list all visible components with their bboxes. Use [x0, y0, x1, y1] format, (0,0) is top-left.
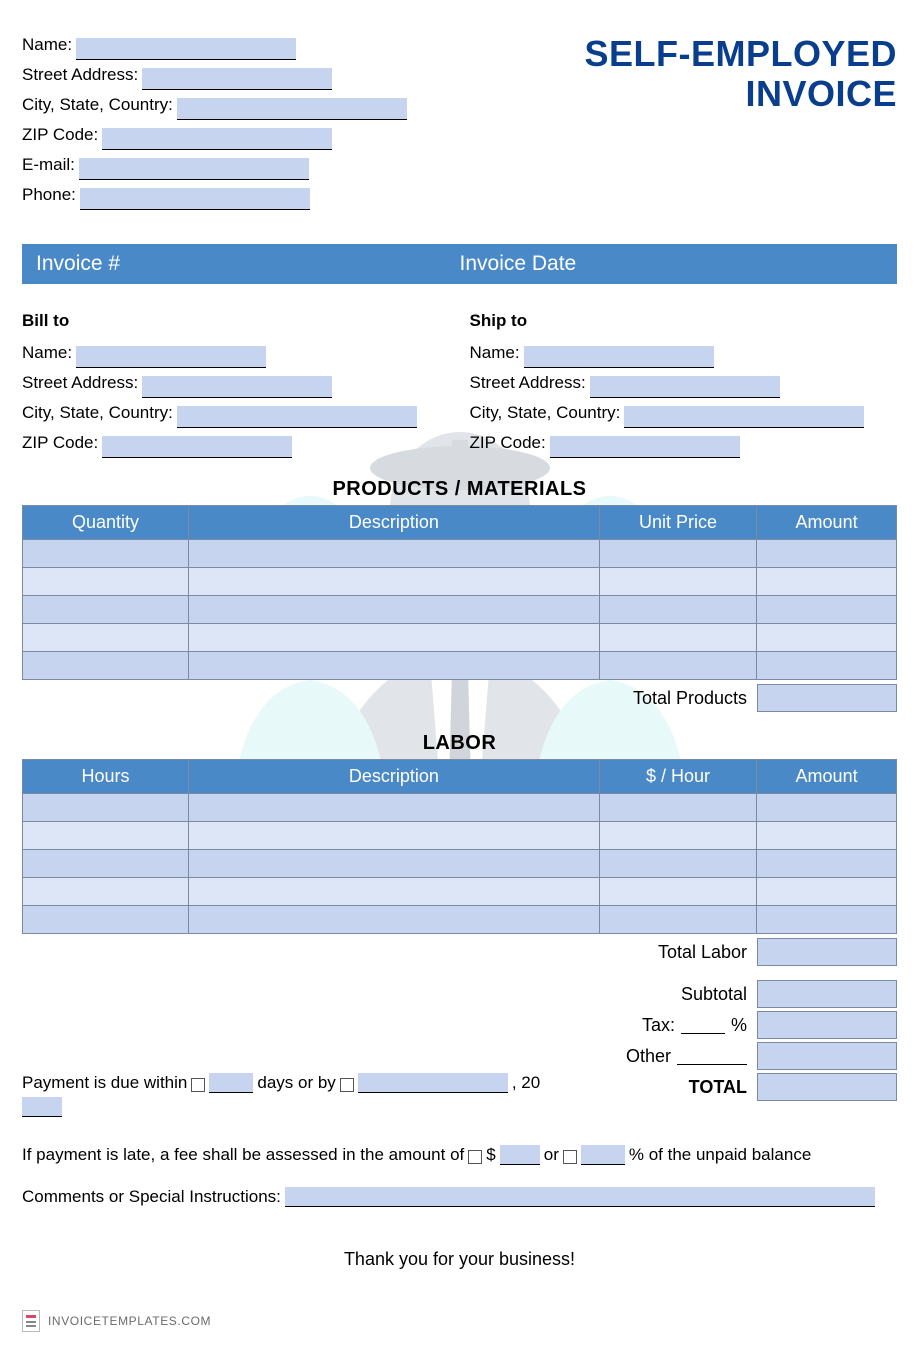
- from-zip-field[interactable]: [102, 128, 332, 150]
- from-email-field[interactable]: [79, 158, 309, 180]
- bill-name-field[interactable]: [76, 346, 266, 368]
- invoice-number-label: Invoice #: [36, 252, 460, 276]
- other-amount-field[interactable]: [757, 1042, 897, 1070]
- ship-to-heading: Ship to: [470, 306, 898, 336]
- ship-zip-field[interactable]: [550, 436, 740, 458]
- products-th-qty: Quantity: [23, 506, 189, 540]
- bill-zip-field[interactable]: [102, 436, 292, 458]
- title-line1: SELF-EMPLOYED: [584, 34, 897, 74]
- products-th-amt: Amount: [757, 506, 897, 540]
- table-row: [23, 794, 897, 822]
- title-line2: INVOICE: [584, 74, 897, 114]
- footer: INVOICETEMPLATES.COM: [22, 1310, 897, 1332]
- products-th-desc: Description: [189, 506, 600, 540]
- ship-street-label: Street Address:: [470, 368, 586, 398]
- labor-th-amt: Amount: [757, 760, 897, 794]
- tax-amount-field[interactable]: [757, 1011, 897, 1039]
- footer-brand: INVOICETEMPLATES.COM: [48, 1314, 211, 1328]
- total-labor-field[interactable]: [757, 938, 897, 966]
- from-city-label: City, State, Country:: [22, 90, 173, 120]
- total-field[interactable]: [757, 1073, 897, 1101]
- tax-percent-field[interactable]: [681, 1016, 725, 1034]
- document-icon: [22, 1310, 40, 1332]
- total-products-label: Total Products: [633, 688, 757, 709]
- ship-city-label: City, State, Country:: [470, 398, 621, 428]
- ship-street-field[interactable]: [590, 376, 780, 398]
- table-row: [23, 540, 897, 568]
- total-products-field[interactable]: [757, 684, 897, 712]
- labor-th-rate: $ / Hour: [599, 760, 756, 794]
- payment-terms-year-prefix: , 20: [512, 1073, 540, 1093]
- due-days-field[interactable]: [209, 1073, 253, 1093]
- from-street-field[interactable]: [142, 68, 332, 90]
- labor-table: Hours Description $ / Hour Amount: [22, 759, 897, 934]
- table-row: [23, 624, 897, 652]
- table-row: [23, 906, 897, 934]
- table-row: [23, 850, 897, 878]
- total-labor-label: Total Labor: [658, 942, 757, 963]
- products-section-title: PRODUCTS / MATERIALS: [22, 478, 897, 501]
- bill-street-label: Street Address:: [22, 368, 138, 398]
- due-date-field[interactable]: [358, 1073, 508, 1093]
- labor-section-title: LABOR: [22, 732, 897, 755]
- bill-zip-label: ZIP Code:: [22, 428, 98, 458]
- from-zip-label: ZIP Code:: [22, 120, 98, 150]
- ship-city-field[interactable]: [624, 406, 864, 428]
- from-city-field[interactable]: [177, 98, 407, 120]
- labor-th-desc: Description: [189, 760, 600, 794]
- ship-name-field[interactable]: [524, 346, 714, 368]
- table-row: [23, 568, 897, 596]
- late-fee-dollar: $: [486, 1145, 495, 1165]
- invoice-date-label: Invoice Date: [460, 252, 884, 276]
- from-name-label: Name:: [22, 30, 72, 60]
- labor-th-hours: Hours: [23, 760, 189, 794]
- bill-to-heading: Bill to: [22, 306, 450, 336]
- other-desc-field[interactable]: [677, 1047, 747, 1065]
- tax-label: Tax:: [642, 1015, 675, 1036]
- products-th-price: Unit Price: [599, 506, 756, 540]
- bill-name-label: Name:: [22, 338, 72, 368]
- ship-name-label: Name:: [470, 338, 520, 368]
- due-date-checkbox[interactable]: [340, 1078, 354, 1092]
- products-table: Quantity Description Unit Price Amount: [22, 505, 897, 680]
- bill-city-label: City, State, Country:: [22, 398, 173, 428]
- tax-suffix: %: [731, 1015, 747, 1036]
- thank-you-text: Thank you for your business!: [22, 1249, 897, 1270]
- table-row: [23, 596, 897, 624]
- payment-terms-prefix: Payment is due within: [22, 1073, 187, 1093]
- total-label: TOTAL: [689, 1077, 757, 1098]
- late-fee-percent-field[interactable]: [581, 1145, 625, 1165]
- document-title: SELF-EMPLOYED INVOICE: [584, 30, 897, 114]
- from-phone-label: Phone:: [22, 180, 76, 210]
- late-fee-percent-checkbox[interactable]: [563, 1150, 577, 1164]
- from-email-label: E-mail:: [22, 150, 75, 180]
- comments-field[interactable]: [285, 1187, 875, 1207]
- from-block: Name: Street Address: City, State, Count…: [22, 30, 407, 210]
- payment-terms-days: days or by: [257, 1073, 335, 1093]
- subtotal-field[interactable]: [757, 980, 897, 1008]
- from-phone-field[interactable]: [80, 188, 310, 210]
- late-fee-suffix: % of the unpaid balance: [629, 1145, 811, 1165]
- invoice-bar: Invoice # Invoice Date: [22, 244, 897, 284]
- due-days-checkbox[interactable]: [191, 1078, 205, 1092]
- late-fee-or: or: [544, 1145, 559, 1165]
- subtotal-label: Subtotal: [681, 984, 757, 1005]
- late-fee-dollar-checkbox[interactable]: [468, 1150, 482, 1164]
- other-label: Other: [626, 1046, 671, 1067]
- table-row: [23, 652, 897, 680]
- table-row: [23, 878, 897, 906]
- ship-to-block: Ship to Name: Street Address: City, Stat…: [470, 306, 898, 458]
- bill-to-block: Bill to Name: Street Address: City, Stat…: [22, 306, 450, 458]
- ship-zip-label: ZIP Code:: [470, 428, 546, 458]
- late-fee-prefix: If payment is late, a fee shall be asses…: [22, 1145, 464, 1165]
- bill-street-field[interactable]: [142, 376, 332, 398]
- due-year-field[interactable]: [22, 1097, 62, 1117]
- bill-city-field[interactable]: [177, 406, 417, 428]
- from-street-label: Street Address:: [22, 60, 138, 90]
- comments-label: Comments or Special Instructions:: [22, 1187, 281, 1207]
- from-name-field[interactable]: [76, 38, 296, 60]
- late-fee-dollar-field[interactable]: [500, 1145, 540, 1165]
- table-row: [23, 822, 897, 850]
